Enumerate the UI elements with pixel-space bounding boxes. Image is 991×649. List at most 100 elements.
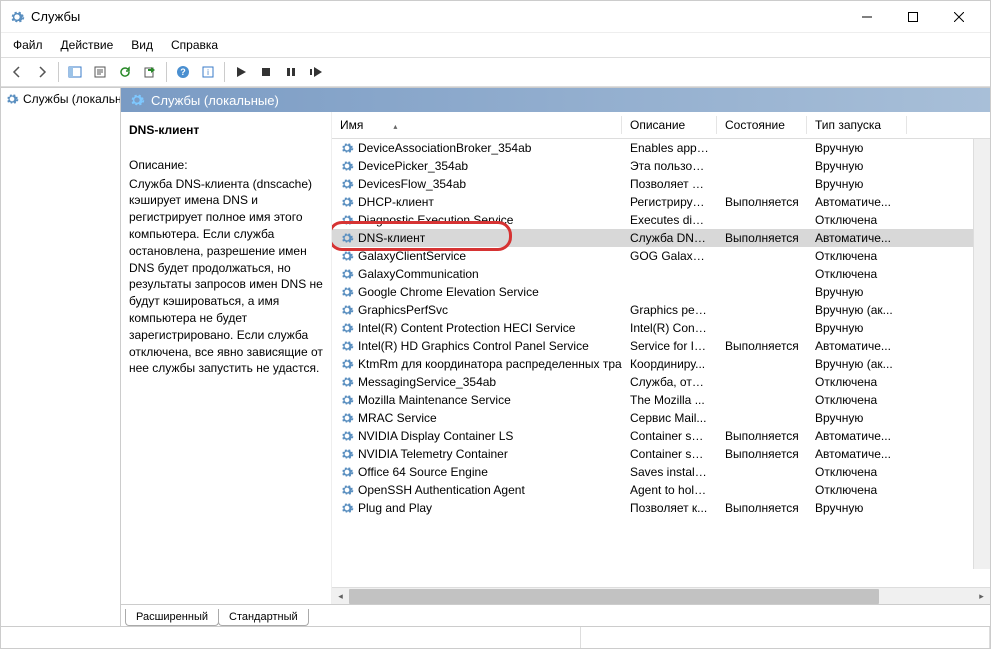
svg-text:?: ? bbox=[180, 67, 186, 77]
titlebar: Службы bbox=[1, 1, 990, 33]
service-description: Agent to hold... bbox=[622, 483, 717, 497]
about-button[interactable]: i bbox=[196, 60, 220, 84]
service-description: Эта пользова... bbox=[622, 159, 717, 173]
gear-icon bbox=[340, 177, 354, 191]
service-row[interactable]: Intel(R) HD Graphics Control Panel Servi… bbox=[332, 337, 990, 355]
horizontal-scrollbar[interactable]: ◂ ▸ bbox=[332, 587, 990, 604]
service-row[interactable]: GraphicsPerfSvcGraphics perf...Вручную (… bbox=[332, 301, 990, 319]
gear-icon bbox=[340, 303, 354, 317]
show-hide-tree-button[interactable] bbox=[63, 60, 87, 84]
service-row[interactable]: Intel(R) Content Protection HECI Service… bbox=[332, 319, 990, 337]
export-button[interactable] bbox=[138, 60, 162, 84]
service-row[interactable]: GalaxyClientServiceGOG Galaxy c...Отключ… bbox=[332, 247, 990, 265]
service-name: Google Chrome Elevation Service bbox=[358, 285, 539, 299]
menu-help[interactable]: Справка bbox=[163, 35, 226, 55]
description-text: Служба DNS-клиента (dnscache) кэширует и… bbox=[129, 176, 323, 378]
service-description: Координиру... bbox=[622, 357, 717, 371]
service-startup: Автоматиче... bbox=[807, 195, 907, 209]
service-startup: Автоматиче... bbox=[807, 429, 907, 443]
service-description: Container ser... bbox=[622, 447, 717, 461]
service-description: GOG Galaxy c... bbox=[622, 249, 717, 263]
service-description: The Mozilla ... bbox=[622, 393, 717, 407]
service-description: Graphics perf... bbox=[622, 303, 717, 317]
service-row[interactable]: DeviceAssociationBroker_354abEnables app… bbox=[332, 139, 990, 157]
maximize-button[interactable] bbox=[890, 1, 936, 32]
service-description: Служба, отве... bbox=[622, 375, 717, 389]
service-row[interactable]: GalaxyCommunicationОтключена bbox=[332, 265, 990, 283]
service-startup: Вручную (ак... bbox=[807, 357, 907, 371]
refresh-button[interactable] bbox=[113, 60, 137, 84]
stop-service-button[interactable] bbox=[254, 60, 278, 84]
service-name: DeviceAssociationBroker_354ab bbox=[358, 141, 531, 155]
gear-icon bbox=[340, 285, 354, 299]
service-name: OpenSSH Authentication Agent bbox=[358, 483, 525, 497]
service-row[interactable]: NVIDIA Display Container LSContainer ser… bbox=[332, 427, 990, 445]
tab-standard[interactable]: Стандартный bbox=[218, 609, 309, 626]
help-button[interactable]: ? bbox=[171, 60, 195, 84]
service-row[interactable]: OpenSSH Authentication Agent Agent to hol… bbox=[332, 481, 990, 499]
column-header-description[interactable]: Описание bbox=[622, 112, 717, 138]
service-name: Mozilla Maintenance Service bbox=[358, 393, 511, 407]
service-row[interactable]: DHCP-клиентРегистрируе...ВыполняетсяАвто… bbox=[332, 193, 990, 211]
start-service-button[interactable] bbox=[229, 60, 253, 84]
service-startup: Вручную bbox=[807, 501, 907, 515]
service-row[interactable]: KtmRm для координатора распределенных тр… bbox=[332, 355, 990, 373]
tree-root-services[interactable]: Службы (локальн bbox=[1, 90, 120, 108]
service-description: Позволяет ф... bbox=[622, 177, 717, 191]
pause-service-button[interactable] bbox=[279, 60, 303, 84]
menu-file[interactable]: Файл bbox=[5, 35, 51, 55]
gear-icon bbox=[340, 483, 354, 497]
service-row[interactable]: MessagingService_354abСлужба, отве...Отк… bbox=[332, 373, 990, 391]
column-header-state[interactable]: Состояние bbox=[717, 112, 807, 138]
back-button[interactable] bbox=[5, 60, 29, 84]
menu-view[interactable]: Вид bbox=[123, 35, 161, 55]
service-description: Saves installat... bbox=[622, 465, 717, 479]
properties-button[interactable] bbox=[88, 60, 112, 84]
tab-extended[interactable]: Расширенный bbox=[125, 609, 219, 626]
gear-icon bbox=[340, 429, 354, 443]
service-row[interactable]: Mozilla Maintenance Service The Mozilla .… bbox=[332, 391, 990, 409]
service-name: Diagnostic Execution Service bbox=[358, 213, 513, 227]
gear-icon bbox=[340, 195, 354, 209]
service-name: NVIDIA Display Container LS bbox=[358, 429, 513, 443]
gear-icon bbox=[340, 231, 354, 245]
service-startup: Отключена bbox=[807, 213, 907, 227]
vertical-scrollbar[interactable] bbox=[973, 139, 990, 569]
minimize-button[interactable] bbox=[844, 1, 890, 32]
service-description: Позволяет к... bbox=[622, 501, 717, 515]
gear-icon bbox=[340, 501, 354, 515]
restart-service-button[interactable] bbox=[304, 60, 328, 84]
service-state: Выполняется bbox=[717, 501, 807, 515]
forward-button[interactable] bbox=[30, 60, 54, 84]
service-description: Регистрируе... bbox=[622, 195, 717, 209]
close-button[interactable] bbox=[936, 1, 982, 32]
service-row[interactable]: MRAC ServiceСервис Mail...Вручную bbox=[332, 409, 990, 427]
content-header: Службы (локальные) bbox=[121, 88, 990, 112]
gear-icon bbox=[340, 339, 354, 353]
column-header-startup[interactable]: Тип запуска bbox=[807, 112, 907, 138]
service-row[interactable]: Office 64 Source EngineSaves installat..… bbox=[332, 463, 990, 481]
service-description: Service for Int... bbox=[622, 339, 717, 353]
gear-icon bbox=[340, 267, 354, 281]
service-row[interactable]: DevicesFlow_354abПозволяет ф...Вручную bbox=[332, 175, 990, 193]
service-row[interactable]: Google Chrome Elevation ServiceВручную bbox=[332, 283, 990, 301]
tree-root-label: Службы (локальн bbox=[23, 92, 121, 106]
service-row[interactable]: Diagnostic Execution ServiceExecutes dia… bbox=[332, 211, 990, 229]
service-state: Выполняется bbox=[717, 429, 807, 443]
window-title: Службы bbox=[31, 9, 844, 24]
service-row[interactable]: Plug and PlayПозволяет к...ВыполняетсяВр… bbox=[332, 499, 990, 517]
service-name: Intel(R) Content Protection HECI Service bbox=[358, 321, 575, 335]
services-list-pane: Имя▴ Описание Состояние Тип запуска Devi… bbox=[331, 112, 990, 604]
service-name: MRAC Service bbox=[358, 411, 437, 425]
gear-icon bbox=[340, 141, 354, 155]
service-row[interactable]: DNS-клиентСлужба DNS...ВыполняетсяАвтома… bbox=[332, 229, 990, 247]
service-startup: Вручную bbox=[807, 177, 907, 191]
menu-action[interactable]: Действие bbox=[53, 35, 122, 55]
scroll-right-icon[interactable]: ▸ bbox=[973, 588, 990, 605]
service-row[interactable]: NVIDIA Telemetry ContainerContainer ser.… bbox=[332, 445, 990, 463]
column-header-name[interactable]: Имя▴ bbox=[332, 112, 622, 138]
scroll-left-icon[interactable]: ◂ bbox=[332, 588, 349, 605]
service-row[interactable]: DevicePicker_354abЭта пользова...Вручную bbox=[332, 157, 990, 175]
gear-icon bbox=[340, 411, 354, 425]
gear-icon bbox=[340, 249, 354, 263]
